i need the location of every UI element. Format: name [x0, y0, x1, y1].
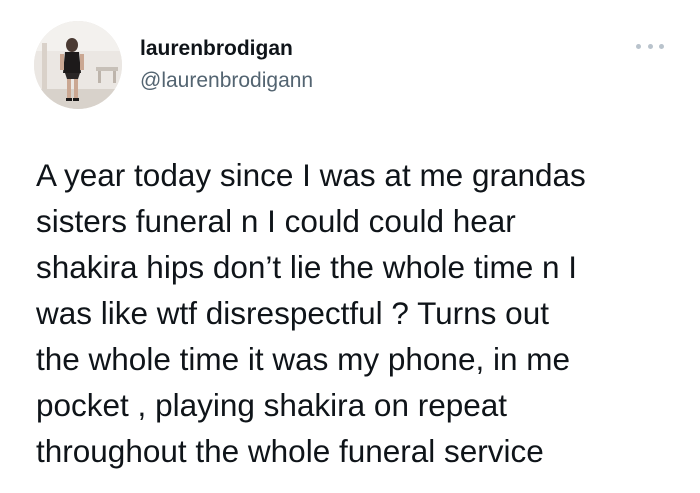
menu-dot — [659, 43, 664, 49]
author-handle[interactable]: @laurenbrodigann — [140, 69, 313, 93]
tweet-text: A year today since I was at me grandas s… — [36, 152, 686, 474]
tweet-text-line: the whole time it was my phone, in me — [36, 341, 570, 377]
avatar[interactable] — [34, 21, 122, 109]
tweet-text-line: shakira hips don’t lie the whole time n … — [36, 249, 578, 285]
menu-dot — [647, 43, 653, 49]
tweet-text-line: sisters funeral n I could could hear — [36, 203, 516, 239]
more-options-icon[interactable] — [636, 38, 664, 54]
tweet-card: laurenbrodigan @laurenbrodigann A year t… — [0, 0, 700, 493]
author-display-name[interactable]: laurenbrodigan — [140, 37, 293, 61]
tweet-text-line: was like wtf disrespectful ? Turns out — [36, 295, 549, 331]
profile-photo-icon — [34, 21, 122, 109]
tweet-text-line: pocket , playing shakira on repeat — [36, 387, 508, 423]
tweet-text-line: throughout the whole funeral service — [36, 433, 544, 469]
menu-dot — [636, 43, 641, 49]
tweet-text-line: A year today since I was at me grandas — [36, 157, 586, 193]
